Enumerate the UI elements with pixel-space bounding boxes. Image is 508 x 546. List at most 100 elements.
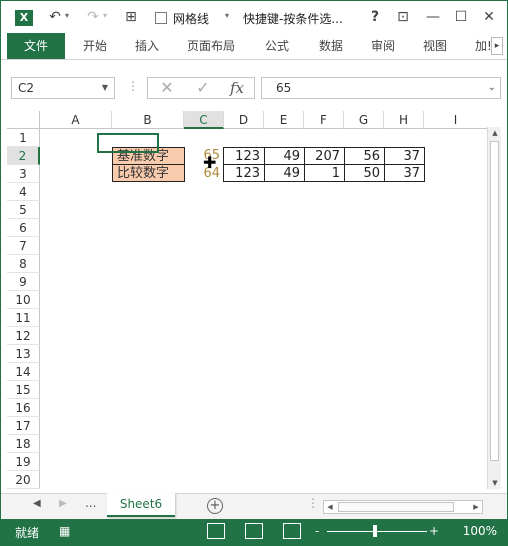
scroll-right-icon[interactable]: ▶ [470, 501, 482, 513]
row-header-20[interactable]: 20 [7, 471, 40, 489]
tab-data[interactable]: 数据 [319, 33, 343, 59]
column-header-a[interactable]: A [40, 111, 112, 129]
page-layout-view-icon[interactable] [245, 523, 263, 539]
row-header-6[interactable]: 6 [7, 219, 40, 237]
select-all-corner[interactable] [7, 111, 40, 129]
scroll-up-icon[interactable]: ▲ [488, 127, 502, 139]
tab-review[interactable]: 审阅 [371, 33, 395, 59]
cell-d3[interactable]: 123 [223, 164, 265, 182]
cell-h3[interactable]: 37 [384, 164, 425, 182]
ribbon-display-options-button[interactable]: ⊡ [391, 7, 415, 27]
insert-function-icon[interactable]: fx [224, 78, 250, 98]
scroll-down-icon[interactable]: ▼ [488, 477, 502, 489]
cell-f3[interactable]: 1 [304, 164, 345, 182]
row-header-1[interactable]: 1 [7, 129, 40, 147]
row-header-15[interactable]: 15 [7, 381, 40, 399]
tab-page-layout[interactable]: 页面布局 [187, 33, 235, 59]
undo-dropdown-icon[interactable]: ▾ [65, 11, 69, 20]
cell-f2[interactable]: 207 [304, 147, 345, 165]
redo-icon[interactable]: ↷ [85, 8, 101, 26]
add-sheet-button[interactable]: + [207, 498, 223, 514]
zoom-in-button[interactable]: + [429, 524, 439, 538]
cancel-icon[interactable]: ✕ [154, 78, 180, 98]
minimize-button[interactable]: — [421, 7, 445, 27]
borders-icon[interactable]: ⊞ [123, 8, 139, 26]
sheet-tab-sheet6[interactable]: Sheet6 [107, 493, 175, 517]
tab-home[interactable]: 开始 [83, 33, 107, 59]
cell-g2[interactable]: 56 [344, 147, 385, 165]
more-sheets-button[interactable]: ... [85, 496, 96, 510]
row-header-9[interactable]: 9 [7, 273, 40, 291]
vertical-scrollbar[interactable]: ▲ ▼ [487, 127, 501, 489]
column-header-f[interactable]: F [304, 111, 344, 129]
row-header-14[interactable]: 14 [7, 363, 40, 381]
formula-bar-resize-handle[interactable]: ⋮ [127, 79, 139, 93]
row-header-10[interactable]: 10 [7, 291, 40, 309]
vertical-scroll-thumb[interactable] [490, 141, 499, 461]
row-header-17[interactable]: 17 [7, 417, 40, 435]
row-header-4[interactable]: 4 [7, 183, 40, 201]
expand-formula-bar-icon[interactable]: ⌄ [488, 78, 496, 98]
excel-logo-icon: X [15, 10, 33, 26]
tab-insert[interactable]: 插入 [135, 33, 159, 59]
row-header-16[interactable]: 16 [7, 399, 40, 417]
column-header-i[interactable]: I [424, 111, 487, 129]
zoom-slider-thumb[interactable] [373, 525, 377, 537]
scroll-left-icon[interactable]: ◀ [324, 501, 336, 513]
column-header-e[interactable]: E [264, 111, 304, 129]
gridlines-label: 网格线 [173, 12, 210, 26]
cell-g3[interactable]: 50 [344, 164, 385, 182]
formula-buttons: ✕ ✓ fx [147, 77, 255, 99]
maximize-button[interactable]: ☐ [449, 7, 473, 27]
close-button[interactable]: ✕ [477, 7, 501, 27]
enter-icon[interactable]: ✓ [190, 78, 216, 98]
normal-view-icon[interactable] [207, 523, 225, 539]
next-sheet-icon[interactable]: ▶ [59, 498, 67, 509]
cell-d2[interactable]: 123 [223, 147, 265, 165]
row-header-13[interactable]: 13 [7, 345, 40, 363]
zoom-level[interactable]: 100% [463, 524, 497, 538]
excel-window: X ↶ ▾ ↷ ▾ ⊞ 网格线 ▾ 快捷键-按条件选... ? ⊡ — ☐ ✕ … [0, 0, 508, 546]
worksheet-grid[interactable]: A B C D E F G H I 1 2 3 4 5 6 7 8 9 10 1… [7, 111, 487, 489]
help-button[interactable]: ? [363, 7, 387, 27]
horizontal-scroll-thumb[interactable] [338, 502, 454, 512]
tab-view[interactable]: 视图 [423, 33, 447, 59]
tab-file[interactable]: 文件 [7, 33, 65, 59]
name-box[interactable]: C2 ▼ [11, 77, 115, 99]
row-header-11[interactable]: 11 [7, 309, 40, 327]
row-header-19[interactable]: 19 [7, 453, 40, 471]
row-header-7[interactable]: 7 [7, 237, 40, 255]
zoom-slider-track[interactable] [327, 531, 427, 532]
column-header-h[interactable]: H [384, 111, 424, 129]
undo-icon[interactable]: ↶ [47, 8, 63, 26]
column-header-c[interactable]: C [184, 111, 224, 129]
row-header-5[interactable]: 5 [7, 201, 40, 219]
column-header-b[interactable]: B [112, 111, 184, 129]
horizontal-scrollbar[interactable]: ◀ ▶ [323, 500, 483, 514]
tab-split-handle[interactable]: ⋮ [307, 496, 319, 510]
cell-e2[interactable]: 49 [264, 147, 305, 165]
customize-toolbar-icon[interactable]: ▾ [225, 11, 229, 20]
cell-e3[interactable]: 49 [264, 164, 305, 182]
row-header-8[interactable]: 8 [7, 255, 40, 273]
redo-dropdown-icon[interactable]: ▾ [103, 11, 107, 20]
cell-h2[interactable]: 37 [384, 147, 425, 165]
row-header-12[interactable]: 12 [7, 327, 40, 345]
row-header-3[interactable]: 3 [7, 165, 40, 183]
tab-addins[interactable]: 加! [475, 33, 491, 59]
macro-record-icon[interactable]: ▦ [59, 524, 70, 538]
zoom-out-button[interactable]: - [315, 524, 319, 538]
row-header-2[interactable]: 2 [7, 147, 40, 165]
ribbon-scroll-right-icon[interactable]: ▸ [491, 37, 503, 55]
row-header-18[interactable]: 18 [7, 435, 40, 453]
column-header-d[interactable]: D [224, 111, 264, 129]
formula-bar: C2 ▼ ⋮ ✕ ✓ fx 65 ⌄ [1, 61, 507, 117]
tab-formulas[interactable]: 公式 [265, 33, 289, 59]
formula-input[interactable]: 65 ⌄ [261, 77, 501, 99]
prev-sheet-icon[interactable]: ◀ [33, 498, 41, 509]
column-header-g[interactable]: G [344, 111, 384, 129]
page-break-view-icon[interactable] [283, 523, 301, 539]
cell-b3[interactable]: 比较数字 [112, 164, 185, 182]
name-box-dropdown-icon[interactable]: ▼ [102, 78, 108, 98]
gridlines-checkbox[interactable] [155, 12, 167, 24]
